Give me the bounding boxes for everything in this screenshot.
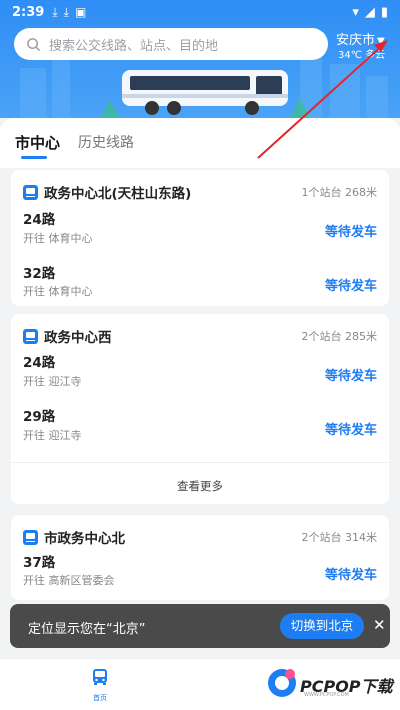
route-direction: 开往 高新区管委会 bbox=[23, 574, 115, 587]
search-icon bbox=[27, 37, 41, 51]
route-direction: 开往 体育中心 bbox=[23, 232, 93, 245]
location-toast: 定位显示您在“北京” 切换到北京 ✕ bbox=[10, 604, 390, 648]
status-time: 2:39 bbox=[12, 4, 45, 20]
route-status: 等待发车 bbox=[324, 423, 377, 438]
bus-stop-icon bbox=[23, 328, 38, 344]
notification-icon: ▣ bbox=[74, 5, 87, 19]
route-number[interactable]: 37路 bbox=[23, 551, 55, 571]
stop-meta: 2个站台 285米 bbox=[301, 330, 378, 343]
tab-history[interactable]: 历史线路 bbox=[78, 132, 134, 152]
route-status: 等待发车 bbox=[324, 225, 377, 240]
route-number[interactable]: 24路 bbox=[23, 351, 55, 371]
bus-stop-icon bbox=[23, 529, 38, 545]
signal-icon: ◢ bbox=[364, 4, 375, 20]
route-status: 等待发车 bbox=[324, 369, 377, 384]
divider bbox=[11, 462, 389, 463]
route-status: 等待发车 bbox=[324, 568, 377, 583]
download-icon: ⤓ bbox=[52, 4, 58, 19]
stop-card[interactable]: 政务中心西 2个站台 285米 24路 开往 迎江寺 等待发车 29路 开往 迎… bbox=[11, 314, 389, 504]
route-number[interactable]: 29路 bbox=[23, 405, 55, 425]
tab-bar: 市中心 历史线路 bbox=[0, 118, 400, 168]
stop-name: 市政务中心北 bbox=[44, 531, 125, 547]
pcpop-logo-icon bbox=[268, 669, 296, 697]
bus-illustration bbox=[122, 70, 288, 115]
route-number[interactable]: 32路 bbox=[23, 262, 55, 282]
stop-header: 市政务中心北 bbox=[23, 527, 125, 547]
watermark-logo: PCPOP下载 WWW.PCPOP.COM bbox=[266, 664, 396, 702]
stop-card[interactable]: 市政务中心北 2个站台 314米 37路 开往 高新区管委会 等待发车 bbox=[11, 515, 389, 600]
stop-name: 政务中心北(天柱山东路) bbox=[44, 186, 192, 202]
stop-header: 政务中心西 bbox=[23, 326, 112, 346]
route-direction: 开往 迎江寺 bbox=[23, 429, 82, 442]
tab-city-center[interactable]: 市中心 bbox=[15, 132, 60, 159]
toast-message: 定位显示您在“北京” bbox=[28, 622, 146, 637]
route-number[interactable]: 24路 bbox=[23, 208, 55, 228]
header-banner: 2:39 ⤓ ⤓ ▣ ▾ ◢ ▮ 搜索公交线路、站点、目的地 安庆市 ▼ 34℃ … bbox=[0, 0, 400, 118]
weather-text: 34℃ 多云 bbox=[338, 50, 386, 61]
switch-city-button[interactable]: 切换到北京 bbox=[280, 613, 364, 639]
nav-home-label: 首页 bbox=[93, 694, 107, 702]
view-more-link[interactable]: 查看更多 bbox=[11, 478, 389, 494]
nav-home[interactable]: 首页 bbox=[84, 667, 116, 703]
close-icon[interactable]: ✕ bbox=[373, 616, 386, 634]
bus-icon bbox=[93, 669, 107, 685]
watermark-sub: WWW.PCPOP.COM bbox=[304, 692, 349, 698]
search-placeholder: 搜索公交线路、站点、目的地 bbox=[49, 38, 219, 54]
battery-icon: ▮ bbox=[380, 4, 388, 20]
route-direction: 开往 迎江寺 bbox=[23, 375, 82, 388]
download-icon-2: ⤓ bbox=[63, 4, 69, 19]
stop-header: 政务中心北(天柱山东路) bbox=[23, 182, 191, 202]
stop-name: 政务中心西 bbox=[44, 330, 112, 346]
wifi-icon: ▾ bbox=[352, 4, 359, 20]
route-status: 等待发车 bbox=[324, 279, 377, 294]
search-input[interactable]: 搜索公交线路、站点、目的地 bbox=[14, 28, 328, 60]
route-direction: 开往 体育中心 bbox=[23, 285, 93, 298]
stop-meta: 1个站台 268米 bbox=[301, 186, 378, 199]
stop-meta: 2个站台 314米 bbox=[301, 531, 378, 544]
status-bar: 2:39 ⤓ ⤓ ▣ ▾ ◢ ▮ bbox=[0, 0, 400, 24]
bus-stop-icon bbox=[23, 184, 38, 200]
stop-card[interactable]: 政务中心北(天柱山东路) 1个站台 268米 24路 开往 体育中心 等待发车 … bbox=[11, 170, 389, 306]
